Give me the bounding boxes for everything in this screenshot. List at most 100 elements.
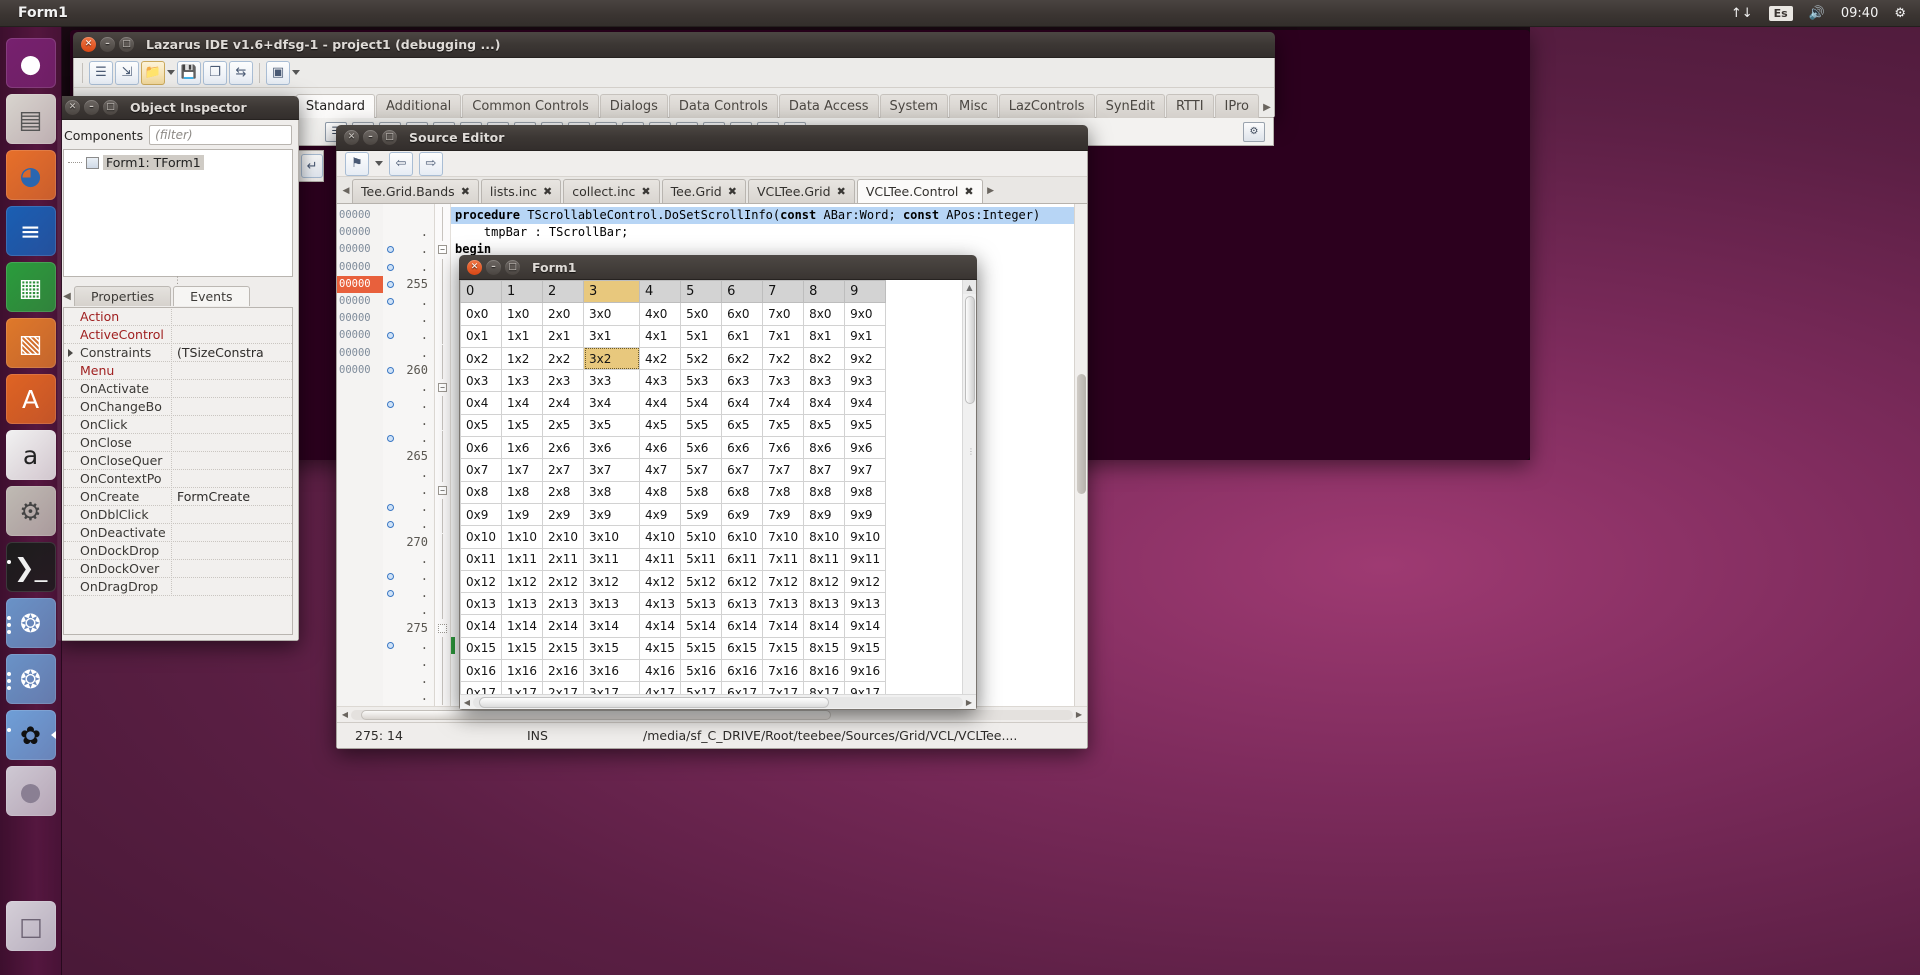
- grid-cell[interactable]: 1x0: [502, 303, 543, 325]
- grid-cell[interactable]: 3x7: [584, 459, 640, 481]
- debug-line-marker-icon[interactable]: [387, 435, 394, 442]
- maximize-icon[interactable]: □: [119, 37, 134, 52]
- grid-cell[interactable]: 5x5: [681, 414, 722, 436]
- grid-cell[interactable]: 2x6: [543, 437, 584, 459]
- grid-cell[interactable]: 0x1: [461, 325, 502, 347]
- grid-cell[interactable]: 6x14: [722, 615, 763, 637]
- grid-cell[interactable]: 5x3: [681, 370, 722, 392]
- grid-cell[interactable]: 9x16: [845, 660, 886, 682]
- grid-cell[interactable]: 6x5: [722, 414, 763, 436]
- property-row[interactable]: Menu: [64, 362, 292, 380]
- grid-cell[interactable]: 0x12: [461, 570, 502, 592]
- palette-tab-standard[interactable]: Standard: [296, 94, 375, 118]
- grid-cell[interactable]: 7x13: [763, 593, 804, 615]
- ide-titlebar[interactable]: ✕ – □ Lazarus IDE v1.6+dfsg-1 - project1…: [73, 32, 1275, 58]
- oi-window-buttons[interactable]: ✕ – □: [65, 100, 118, 115]
- grid-cell[interactable]: 2x0: [543, 303, 584, 325]
- object-inspector-window[interactable]: ✕ – □ Object Inspector Components (filte…: [57, 96, 299, 641]
- grid-cell[interactable]: 3x1: [584, 325, 640, 347]
- grid-cell[interactable]: 1x4: [502, 392, 543, 414]
- grid-row[interactable]: 0x61x62x63x64x65x66x67x68x69x6: [461, 437, 886, 459]
- string-grid-body[interactable]: 0x01x02x03x04x05x06x07x08x09x00x11x12x13…: [461, 303, 886, 694]
- fold-marker[interactable]: [435, 534, 450, 551]
- grid-cell[interactable]: 9x12: [845, 570, 886, 592]
- fold-collapse-icon[interactable]: −: [438, 383, 447, 392]
- grid-cell[interactable]: 5x9: [681, 503, 722, 525]
- grid-cell[interactable]: 3x13: [584, 593, 640, 615]
- grid-cell[interactable]: 5x8: [681, 481, 722, 503]
- gutter-line-number[interactable]: .: [383, 379, 434, 396]
- gutter-line-number[interactable]: .: [383, 671, 434, 688]
- fold-marker[interactable]: [435, 620, 450, 637]
- grid-cell[interactable]: 3x4: [584, 392, 640, 414]
- scrollbar-track[interactable]: [351, 710, 1073, 720]
- grid-row[interactable]: 0x171x172x173x174x175x176x177x178x179x17: [461, 682, 886, 694]
- fold-marker[interactable]: [435, 207, 450, 224]
- grid-cell[interactable]: 9x10: [845, 526, 886, 548]
- gutter-line-number[interactable]: .: [383, 430, 434, 447]
- editor-tab-vcltee-control[interactable]: VCLTee.Control ✖: [857, 179, 983, 203]
- grid-cell[interactable]: 4x16: [640, 660, 681, 682]
- property-row[interactable]: OnContextPo: [64, 470, 292, 488]
- grid-cell[interactable]: 7x0: [763, 303, 804, 325]
- grid-cell[interactable]: 6x3: [722, 370, 763, 392]
- grid-column-header[interactable]: 6: [722, 281, 763, 303]
- grid-cell[interactable]: 7x8: [763, 481, 804, 503]
- grid-cell[interactable]: 5x13: [681, 593, 722, 615]
- grid-row[interactable]: 0x51x52x53x54x55x56x57x58x59x5: [461, 414, 886, 436]
- grid-cell[interactable]: 8x8: [804, 481, 845, 503]
- debug-line-marker-icon[interactable]: [387, 504, 394, 511]
- debug-line-marker-icon[interactable]: [387, 367, 394, 374]
- grid-cell[interactable]: 2x15: [543, 637, 584, 659]
- tab-properties[interactable]: Properties: [74, 286, 171, 306]
- grid-cell[interactable]: 5x15: [681, 637, 722, 659]
- grid-cell[interactable]: 4x5: [640, 414, 681, 436]
- jump-forward-icon[interactable]: ⇨: [419, 152, 443, 176]
- grid-cell[interactable]: 4x17: [640, 682, 681, 694]
- grid-cell[interactable]: 0x5: [461, 414, 502, 436]
- close-icon[interactable]: ✖: [837, 185, 846, 198]
- grid-cell[interactable]: 6x2: [722, 347, 763, 369]
- grid-cell[interactable]: 2x1: [543, 325, 584, 347]
- gutter-line-number[interactable]: .: [383, 345, 434, 362]
- grid-cell[interactable]: 7x2: [763, 347, 804, 369]
- jump-back-icon[interactable]: ⇦: [389, 152, 413, 176]
- grid-cell[interactable]: 5x4: [681, 392, 722, 414]
- minimize-icon[interactable]: –: [84, 100, 99, 115]
- grid-cell[interactable]: 8x17: [804, 682, 845, 694]
- grid-cell[interactable]: 3x9: [584, 503, 640, 525]
- volume-icon[interactable]: 🔊: [1809, 6, 1825, 21]
- grid-cell[interactable]: 7x12: [763, 570, 804, 592]
- scroll-right-icon[interactable]: ▶: [1073, 710, 1085, 719]
- editor-line-number-gutter[interactable]: ...255....260....265....270....275....28…: [383, 204, 435, 706]
- grid-cell[interactable]: 5x10: [681, 526, 722, 548]
- gutter-line-number[interactable]: .: [383, 482, 434, 499]
- grid-cell[interactable]: 1x10: [502, 526, 543, 548]
- grid-row[interactable]: 0x161x162x163x164x165x166x167x168x169x16: [461, 660, 886, 682]
- grid-cell[interactable]: 0x16: [461, 660, 502, 682]
- grid-row[interactable]: 0x121x122x123x124x125x126x127x128x129x12: [461, 570, 886, 592]
- object-inspector-filter-row[interactable]: Components (filter): [58, 120, 298, 149]
- grid-cell[interactable]: 9x14: [845, 615, 886, 637]
- property-row[interactable]: OnDragDrop: [64, 578, 292, 596]
- component-filter-input[interactable]: (filter): [149, 125, 292, 145]
- palette-tab-ipro[interactable]: IPro: [1215, 94, 1259, 118]
- grid-cell[interactable]: 5x16: [681, 660, 722, 682]
- grid-cell[interactable]: 3x14: [584, 615, 640, 637]
- grid-cell[interactable]: 9x1: [845, 325, 886, 347]
- grid-cell[interactable]: 4x13: [640, 593, 681, 615]
- fold-marker[interactable]: −: [435, 482, 450, 499]
- grid-cell[interactable]: 9x4: [845, 392, 886, 414]
- scrollbar-thumb[interactable]: [1077, 374, 1086, 494]
- property-row[interactable]: Action: [64, 308, 292, 326]
- fold-collapse-icon[interactable]: −: [438, 245, 447, 254]
- ide-window-buttons[interactable]: ✕ – □: [81, 37, 134, 52]
- grid-cell[interactable]: 1x12: [502, 570, 543, 592]
- grid-cell[interactable]: 9x15: [845, 637, 886, 659]
- grid-cell[interactable]: 8x7: [804, 459, 845, 481]
- grid-cell[interactable]: 7x14: [763, 615, 804, 637]
- grid-cell[interactable]: 2x3: [543, 370, 584, 392]
- grid-row[interactable]: 0x111x112x113x114x115x116x117x118x119x11: [461, 548, 886, 570]
- gutter-line-number[interactable]: .: [383, 516, 434, 533]
- grid-cell[interactable]: 3x5: [584, 414, 640, 436]
